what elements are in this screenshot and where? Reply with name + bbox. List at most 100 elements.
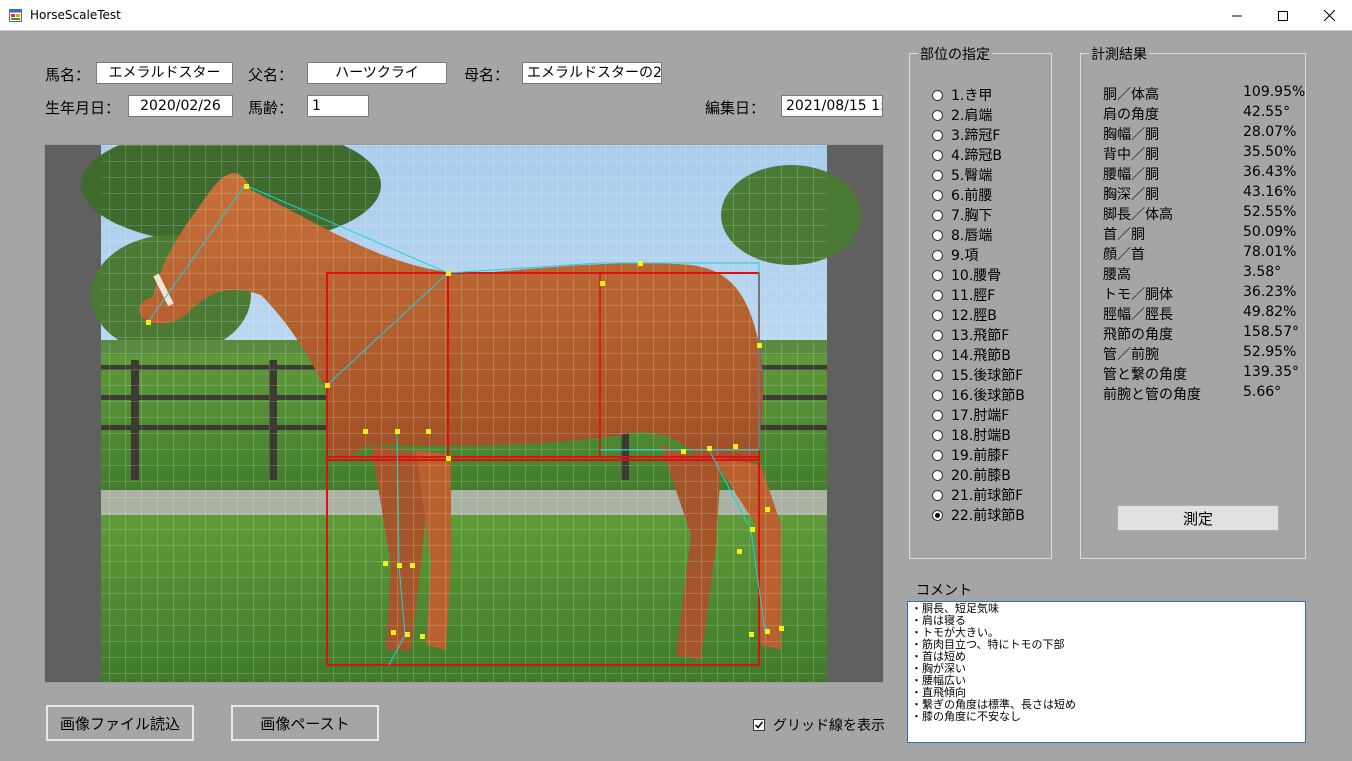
- radio-button[interactable]: [932, 89, 943, 101]
- part-radio-20[interactable]: 20.前膝B: [932, 465, 1011, 485]
- part-radio-16[interactable]: 16.後球節B: [932, 385, 1025, 405]
- part-radio-15[interactable]: 15.後球節F: [932, 365, 1023, 385]
- part-radio-13[interactable]: 13.飛節F: [932, 325, 1009, 345]
- part-radio-5[interactable]: 5.臀端: [932, 165, 992, 185]
- comment-textarea[interactable]: ・胴長、短足気味 ・肩は寝る ・トモが大きい。 ・筋肉目立つ、特にトモの下部 ・首は短め…: [907, 601, 1306, 743]
- paste-image-button[interactable]: 画像ペースト: [231, 705, 379, 741]
- part-radio-label: 19.前膝F: [951, 448, 1010, 464]
- radio-button[interactable]: [932, 169, 943, 181]
- part-radio-14[interactable]: 14.飛節B: [932, 345, 1011, 365]
- radio-button[interactable]: [932, 149, 943, 161]
- part-radio-9[interactable]: 9.項: [932, 245, 978, 265]
- result-value: 36.23%: [1243, 284, 1297, 300]
- comment-line: ・首は短め: [911, 650, 966, 663]
- horse-name-label: 馬名：: [45, 66, 91, 84]
- minimize-icon: [1232, 15, 1242, 16]
- radio-button[interactable]: [932, 449, 943, 461]
- result-label: トモ／胴体: [1103, 287, 1173, 303]
- measure-button[interactable]: 測定: [1117, 505, 1279, 531]
- result-row: 管／前腕 52.95%: [1103, 344, 1296, 364]
- edit-date-field[interactable]: 2021/08/15 1:: [781, 95, 883, 117]
- parts-group-title: 部位の指定: [918, 44, 992, 64]
- part-radio-3[interactable]: 3.蹄冠F: [932, 125, 1000, 145]
- result-value: 5.66°: [1243, 384, 1282, 400]
- part-radio-label: 11.脛F: [951, 288, 996, 304]
- sire-field[interactable]: ハーツクライ: [307, 62, 447, 84]
- part-radio-11[interactable]: 11.脛F: [932, 285, 995, 305]
- dam-label: 母名：: [464, 66, 510, 84]
- part-radio-17[interactable]: 17.肘端F: [932, 405, 1009, 425]
- part-radio-label: 8.唇端: [951, 228, 993, 244]
- radio-button[interactable]: [932, 349, 943, 361]
- part-radio-4[interactable]: 4.蹄冠B: [932, 145, 1002, 165]
- part-radio-18[interactable]: 18.肘端B: [932, 425, 1011, 445]
- radio-button[interactable]: [932, 249, 943, 261]
- result-label: 背中／胴: [1103, 147, 1159, 163]
- load-image-button[interactable]: 画像ファイル読込: [46, 705, 194, 741]
- part-radio-7[interactable]: 7.胸下: [932, 205, 992, 225]
- comment-line: ・胴長、短足気味: [911, 602, 999, 615]
- result-label: 前腕と管の角度: [1103, 387, 1201, 403]
- result-label: 管と繋の角度: [1103, 367, 1187, 383]
- result-row: 背中／胴 35.50%: [1103, 144, 1296, 164]
- part-radio-19[interactable]: 19.前膝F: [932, 445, 1009, 465]
- result-value: 3.58°: [1243, 264, 1282, 280]
- result-value: 158.57°: [1243, 324, 1299, 340]
- radio-button[interactable]: [932, 329, 943, 341]
- parts-group: 部位の指定 1.き甲 2.肩端 3.蹄冠F 4.蹄冠B 5.臀端 6.前腰 7.胸下 8.唇端…: [909, 44, 1052, 559]
- radio-button[interactable]: [932, 289, 943, 301]
- grid-checkbox[interactable]: グリッド線を表示: [753, 715, 885, 735]
- dam-field[interactable]: エメラルドスターの20: [522, 62, 662, 84]
- result-label: 顔／首: [1103, 247, 1145, 263]
- result-row: 腰高 3.58°: [1103, 264, 1281, 284]
- result-value: 109.95%: [1243, 84, 1306, 100]
- part-radio-22[interactable]: 22.前球節B: [932, 505, 1025, 525]
- radio-button[interactable]: [932, 309, 943, 321]
- radio-button[interactable]: [932, 269, 943, 281]
- radio-button[interactable]: [932, 469, 943, 481]
- part-radio-1[interactable]: 1.き甲: [932, 85, 992, 105]
- maximize-button[interactable]: [1260, 0, 1306, 31]
- radio-button[interactable]: [932, 209, 943, 221]
- birthdate-field[interactable]: 2020/02/26: [128, 95, 233, 117]
- radio-button[interactable]: [932, 369, 943, 381]
- radio-button[interactable]: [932, 189, 943, 201]
- comment-line: ・膝の角度に不安なし: [911, 710, 1021, 723]
- result-value: 42.55°: [1243, 104, 1291, 120]
- part-radio-12[interactable]: 12.脛B: [932, 305, 997, 325]
- radio-button[interactable]: [932, 489, 943, 501]
- age-field[interactable]: 1: [307, 95, 369, 117]
- part-radio-label: 14.飛節B: [951, 348, 1011, 364]
- comment-label: コメント: [916, 583, 972, 599]
- minimize-button[interactable]: [1214, 0, 1260, 31]
- horse-name-field[interactable]: エメラルドスター: [96, 62, 233, 84]
- image-canvas[interactable]: [44, 144, 884, 683]
- maximize-icon: [1278, 10, 1288, 21]
- part-radio-2[interactable]: 2.肩端: [932, 105, 992, 125]
- radio-button[interactable]: [932, 509, 943, 521]
- part-radio-label: 2.肩端: [951, 108, 993, 124]
- part-radio-label: 13.飛節F: [951, 328, 1010, 344]
- part-radio-21[interactable]: 21.前球節F: [932, 485, 1023, 505]
- radio-button[interactable]: [932, 109, 943, 121]
- result-label: 管／前腕: [1103, 347, 1159, 363]
- part-radio-6[interactable]: 6.前腰: [932, 185, 992, 205]
- app-icon: [9, 9, 22, 22]
- part-radio-label: 18.肘端B: [951, 428, 1011, 444]
- radio-button[interactable]: [932, 229, 943, 241]
- part-radio-10[interactable]: 10.腰骨: [932, 265, 1001, 285]
- radio-button[interactable]: [932, 409, 943, 421]
- result-value: 35.50%: [1243, 144, 1297, 160]
- radio-button[interactable]: [932, 129, 943, 141]
- result-value: 36.43%: [1243, 164, 1297, 180]
- radio-button[interactable]: [932, 389, 943, 401]
- part-radio-label: 22.前球節B: [951, 508, 1025, 524]
- radio-button[interactable]: [932, 429, 943, 441]
- result-label: 脛幅／脛長: [1103, 307, 1173, 323]
- close-button[interactable]: [1306, 0, 1352, 31]
- window-title: HorseScaleTest: [30, 8, 121, 22]
- grid-checkbox-box[interactable]: [753, 719, 765, 731]
- part-radio-label: 3.蹄冠F: [951, 128, 1001, 144]
- result-row: 管と繋の角度 139.35°: [1103, 364, 1299, 384]
- part-radio-8[interactable]: 8.唇端: [932, 225, 992, 245]
